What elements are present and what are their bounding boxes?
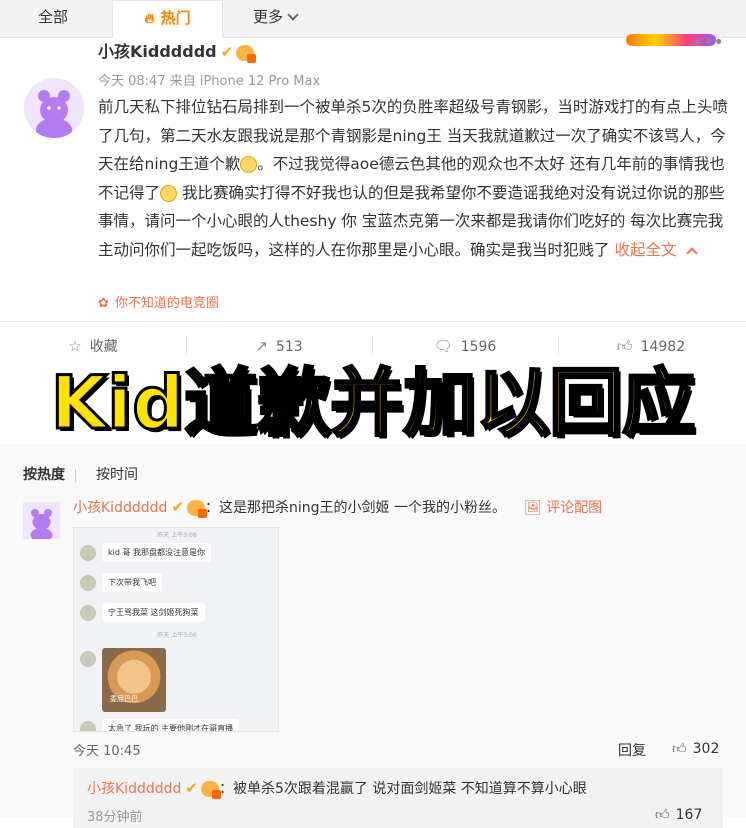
thumbs-up-icon: 👍︎ [655,807,670,823]
overlay-headline: Kid道歉并加以回应 [49,361,697,446]
flame-icon: 🔥︎ [144,11,155,27]
more-options-icon[interactable]: ••• [692,32,724,53]
topic-label[interactable]: 你不知道的电竞圈 [115,296,219,311]
chat-message: 委屈巴巴 [80,648,166,712]
comment-text-line: 小孩Kidddddd ✔ ：这是那把杀ning王的小剑姬 一个我的小粉丝。 🖼︎ 评论… [73,497,602,518]
topic-link[interactable]: ✿ 你不知道的电竞圈 [98,292,219,311]
tab-more[interactable]: 更多 [253,0,299,36]
sweat-emoji-icon [160,184,178,202]
comment-sort-bar: 按热度 按时间 [23,464,138,484]
topic-flower-icon: ✿ [98,296,109,311]
comment-like-count: 302 [692,741,720,757]
chat-message: 下次带我飞吧 [80,572,162,592]
verified-icon: ✔ [185,779,198,797]
collapse-label[interactable]: 收起全文 [614,241,676,259]
chat-message: kid 哥 我那盘都没注意是你 [80,542,212,562]
sub-comment-like-button[interactable]: 👍︎ 167 [655,806,702,823]
level-badge-icon [236,44,257,63]
sub-comment: 小孩Kidddddd ✔ ：被单杀5次跟着混赢了 说对面剑姬菜 不知道算不算小心眼 … [73,768,723,828]
sub-comment-time: 38分钟前 [87,810,143,825]
chevron-up-icon [686,246,699,259]
chat-message: 宁王骂我菜 这剑姬死狗菜 [80,602,205,622]
chat-bubble: 下次带我飞吧 [102,573,162,592]
chat-timestamp: 昨天 上午3:06 [157,632,197,639]
collapse-link[interactable]: 收起全文 [614,241,699,259]
sub-comment-username[interactable]: 小孩Kidddddd [87,781,181,797]
comment-username[interactable]: 小孩Kidddddd [73,500,167,516]
reply-button[interactable]: 回复 [618,740,646,760]
favorite-label: 收藏 [89,339,118,355]
sub-comment-like-count: 167 [675,807,703,823]
tab-hot-label: 热门 [160,9,191,27]
tab-more-label: 更多 [253,8,284,26]
chat-avatar [80,720,96,731]
share-icon: ↗ [255,337,268,355]
chat-avatar [80,604,96,621]
chat-avatar [80,650,96,667]
thumbs-up-icon: 👍︎ [616,337,633,355]
comment-text: ：这是那把杀ning王的小剑姬 一个我的小粉丝。 [204,500,506,516]
chat-timestamp: 昨天 上午3:08 [157,532,197,539]
post-content: 前几天私下排位钻石局排到一个被单杀5次的负胜率超级号青钢影，当时游戏打的有点上头… [98,93,728,264]
sort-by-time[interactable]: 按时间 [96,467,138,483]
verified-icon: ✔ [171,498,184,516]
chat-avatar [80,574,96,591]
chat-bubble: 太急了 我玩的 主要他刚才在哥直播 [102,719,240,731]
comment-image-label[interactable]: 评论配图 [546,500,602,516]
sub-comment-line: 小孩Kidddddd ✔ ：被单杀5次跟着混赢了 说对面剑姬菜 不知道算不算小心眼 [87,778,587,799]
weibo-post: 小孩Kidddddd ✔ ••• 今天 08:47 来自 iPhone 12 Pr… [0,32,746,321]
chat-message: 太急了 我玩的 主要他刚才在哥直播 [80,718,240,731]
chevron-down-icon [287,9,299,21]
sub-comment-text: ：被单杀5次跟着混赢了 说对面剑姬菜 不知道算不算小心眼 [218,781,587,797]
like-count: 14982 [640,339,686,355]
chat-bubble: 宁王骂我菜 这剑姬死狗菜 [102,603,205,622]
chat-avatar [80,544,96,561]
post-username[interactable]: 小孩Kidddddd ✔ [98,38,257,63]
divider [75,468,76,482]
image-icon: 🖼︎ [523,500,547,516]
chat-bubble: kid 哥 我那盘都没注意是你 [102,543,212,562]
cat-sticker-caption: 委屈巴巴 [110,695,138,703]
comment-icon: 🗨︎ [433,337,453,355]
comment-avatar[interactable] [23,502,60,539]
tab-hot[interactable]: 🔥︎ 热门 [112,0,223,38]
avatar[interactable] [24,78,84,138]
comment-count: 1596 [460,339,497,355]
tab-all[interactable]: 全部 [38,0,68,36]
sweat-emoji-icon [240,156,258,173]
thumbs-up-icon: 👍︎ [672,741,687,757]
verified-icon: ✔ [220,43,234,61]
star-icon: ☆ [68,337,82,355]
level-badge-icon [200,781,221,799]
repost-count: 513 [275,339,303,355]
post-meta: 今天 08:47 来自 iPhone 12 Pro Max [98,74,321,89]
username-text[interactable]: 小孩Kidddddd [98,42,217,61]
comment-like-button[interactable]: 👍︎ 302 [672,740,719,757]
level-badge-icon [186,500,207,518]
cat-sticker-image: 委屈巴巴 [102,648,166,712]
top-tabs: 全部 🔥︎ 热门 更多 [0,0,746,38]
comment-image-link[interactable]: 🖼︎ 评论配图 [524,500,602,516]
sort-by-heat[interactable]: 按热度 [23,467,65,483]
comment-attached-image[interactable]: 昨天 上午3:08 kid 哥 我那盘都没注意是你 下次带我飞吧 宁王骂我菜 这… [73,527,279,732]
comment-time: 今天 10:45 [73,744,141,759]
